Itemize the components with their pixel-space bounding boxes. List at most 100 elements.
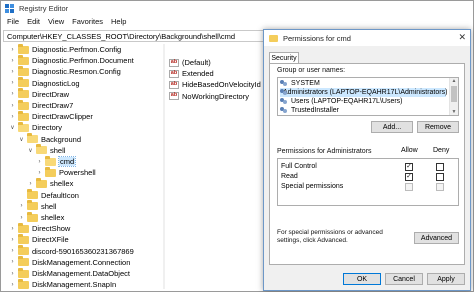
values-list[interactable]: ab (Default) ab Extended ab HideBasedOnVeloci… bbox=[166, 44, 266, 289]
tree-item[interactable]: › DirectDraw bbox=[9, 88, 69, 100]
user-list-item[interactable]: TrustedInstaller bbox=[280, 106, 339, 115]
folder-icon bbox=[18, 222, 29, 233]
close-icon[interactable]: ✕ bbox=[458, 32, 466, 43]
chevron-right-icon[interactable]: › bbox=[9, 102, 16, 110]
permissions-table: Full Control ✓ Read ✓ Special permissions bbox=[277, 158, 459, 206]
user-list-item[interactable]: SYSTEM bbox=[280, 79, 320, 88]
folder-icon bbox=[18, 77, 29, 88]
tree-item[interactable]: ∨ Directory bbox=[9, 121, 62, 133]
chevron-right-icon[interactable]: › bbox=[9, 68, 16, 76]
deny-checkbox bbox=[436, 182, 444, 191]
tree-item[interactable]: › shellex bbox=[27, 177, 73, 189]
chevron-right-icon[interactable] bbox=[18, 191, 25, 199]
chevron-right-icon[interactable]: › bbox=[9, 236, 16, 244]
folder-icon bbox=[18, 88, 29, 99]
tree-item[interactable]: › DirectXFile bbox=[9, 233, 69, 245]
users-list[interactable]: TrustedInstaller Users (LAPTOP-EQAHR17L\U… bbox=[277, 77, 459, 116]
scroll-down-icon[interactable]: ▼ bbox=[451, 109, 457, 115]
tree-item[interactable]: DefaultIcon bbox=[18, 189, 79, 201]
tree-item-label: DiskManagement.Connection bbox=[32, 257, 131, 267]
user-list-item[interactable]: Administrators (LAPTOP-EQAHR17L\Administ… bbox=[280, 88, 447, 97]
menu-help[interactable]: Help bbox=[111, 17, 126, 26]
tree-item[interactable]: › cmd bbox=[36, 155, 77, 168]
tree-item-label: Diagnostic.Perfmon.Document bbox=[32, 56, 134, 66]
chevron-right-icon[interactable]: › bbox=[9, 90, 16, 98]
chevron-right-icon[interactable]: › bbox=[9, 57, 16, 65]
folder-icon bbox=[27, 211, 38, 222]
chevron-right-icon[interactable]: › bbox=[9, 113, 16, 121]
menu-file[interactable]: File bbox=[7, 17, 19, 26]
tree-item[interactable]: › DiskManagement.DataObject bbox=[9, 267, 130, 279]
chevron-right-icon[interactable]: › bbox=[9, 46, 16, 54]
chevron-right-icon[interactable]: › bbox=[9, 270, 16, 278]
advanced-button[interactable]: Advanced bbox=[414, 232, 459, 244]
tree-item[interactable]: › shellex bbox=[18, 211, 64, 223]
tree-item[interactable]: › shell bbox=[18, 200, 57, 212]
tree-item[interactable]: › DirectDrawClipper bbox=[9, 110, 93, 122]
value-name: HideBasedOnVelocityId bbox=[182, 80, 261, 90]
remove-button[interactable]: Remove bbox=[417, 121, 459, 133]
tree-item[interactable]: › DirectShow bbox=[9, 222, 71, 234]
string-value-icon: ab bbox=[169, 80, 179, 89]
deny-checkbox[interactable] bbox=[436, 172, 444, 181]
value-row[interactable]: ab (Default) bbox=[169, 57, 211, 68]
scroll-thumb[interactable] bbox=[451, 86, 457, 102]
folder-icon bbox=[18, 110, 29, 121]
chevron-right-icon[interactable]: › bbox=[18, 202, 25, 210]
value-row[interactable]: ab NoWorkingDirectory bbox=[169, 91, 249, 102]
tree-item[interactable]: › Diagnostic.Perfmon.Document bbox=[9, 54, 134, 66]
cancel-button[interactable]: Cancel bbox=[385, 273, 423, 285]
chevron-right-icon[interactable]: › bbox=[9, 79, 16, 87]
ok-button[interactable]: OK bbox=[343, 273, 381, 285]
chevron-right-icon[interactable]: › bbox=[36, 158, 43, 166]
chevron-right-icon[interactable]: › bbox=[9, 281, 16, 289]
chevron-down-icon[interactable]: ∨ bbox=[27, 146, 34, 154]
tree-item[interactable]: › Diagnostic.Resmon.Config bbox=[9, 65, 121, 77]
chevron-right-icon[interactable]: › bbox=[9, 225, 16, 233]
tree-item[interactable]: › discord-590165360231367869 bbox=[9, 245, 134, 257]
menu-view[interactable]: View bbox=[48, 17, 64, 26]
allow-checkbox[interactable]: ✓ bbox=[405, 162, 413, 171]
apply-button[interactable]: Apply bbox=[427, 273, 465, 285]
chevron-right-icon[interactable]: › bbox=[9, 258, 16, 266]
user-name: SYSTEM bbox=[291, 79, 320, 87]
deny-column-header: Deny bbox=[433, 147, 450, 154]
tree-item[interactable]: › Powershell bbox=[36, 166, 96, 178]
chevron-right-icon[interactable]: › bbox=[27, 180, 34, 188]
scroll-up-icon[interactable]: ▲ bbox=[451, 78, 457, 84]
chevron-right-icon[interactable]: › bbox=[9, 247, 16, 255]
tree-item-label: Powershell bbox=[59, 168, 96, 178]
tree-item[interactable]: › DiagnosticLog bbox=[9, 77, 80, 89]
chevron-right-icon[interactable]: › bbox=[18, 214, 25, 222]
menu-favorites[interactable]: Favorites bbox=[72, 17, 103, 26]
user-name: TrustedInstaller bbox=[291, 106, 339, 114]
folder-icon bbox=[18, 121, 29, 132]
tree-item-label: shell bbox=[41, 201, 57, 211]
user-list-item[interactable]: Users (LAPTOP-EQAHR17L\Users) bbox=[280, 97, 403, 106]
user-name: Users (LAPTOP-EQAHR17L\Users) bbox=[291, 97, 403, 105]
tree-item-label: DirectDrawClipper bbox=[32, 112, 93, 122]
value-row[interactable]: ab Extended bbox=[169, 68, 214, 79]
tree-item[interactable]: › Diagnostic.Perfmon.Config bbox=[9, 44, 121, 55]
users-list-scrollbar[interactable]: ▲ ▼ bbox=[449, 78, 458, 115]
tree-item-label: DirectXFile bbox=[32, 235, 69, 245]
tree-item[interactable]: › DiskManagement.Connection bbox=[9, 256, 131, 268]
add-button[interactable]: Add... bbox=[371, 121, 413, 133]
chevron-down-icon[interactable]: ∨ bbox=[18, 135, 25, 143]
value-name: (Default) bbox=[182, 58, 211, 67]
tree-item[interactable]: › DiskManagement.SnapIn bbox=[9, 278, 116, 289]
tree-item[interactable]: ∨ shell bbox=[27, 144, 65, 156]
folder-icon bbox=[18, 99, 29, 110]
allow-checkbox[interactable]: ✓ bbox=[405, 172, 413, 181]
menu-edit[interactable]: Edit bbox=[27, 17, 40, 26]
folder-icon bbox=[36, 144, 47, 155]
chevron-down-icon[interactable]: ∨ bbox=[9, 124, 16, 132]
tree-item[interactable]: › DirectDraw7 bbox=[9, 99, 73, 111]
chevron-right-icon[interactable]: › bbox=[36, 169, 43, 177]
tree-item[interactable]: ∨ Background bbox=[18, 133, 81, 145]
pane-splitter[interactable] bbox=[163, 44, 165, 289]
deny-checkbox[interactable] bbox=[436, 162, 444, 171]
value-row[interactable]: ab HideBasedOnVelocityId bbox=[169, 79, 261, 90]
registry-tree[interactable]: › Diagnostic.Perfmon.Config › Diagnostic.Pe… bbox=[3, 44, 162, 289]
tree-item-label: DirectShow bbox=[32, 224, 71, 234]
